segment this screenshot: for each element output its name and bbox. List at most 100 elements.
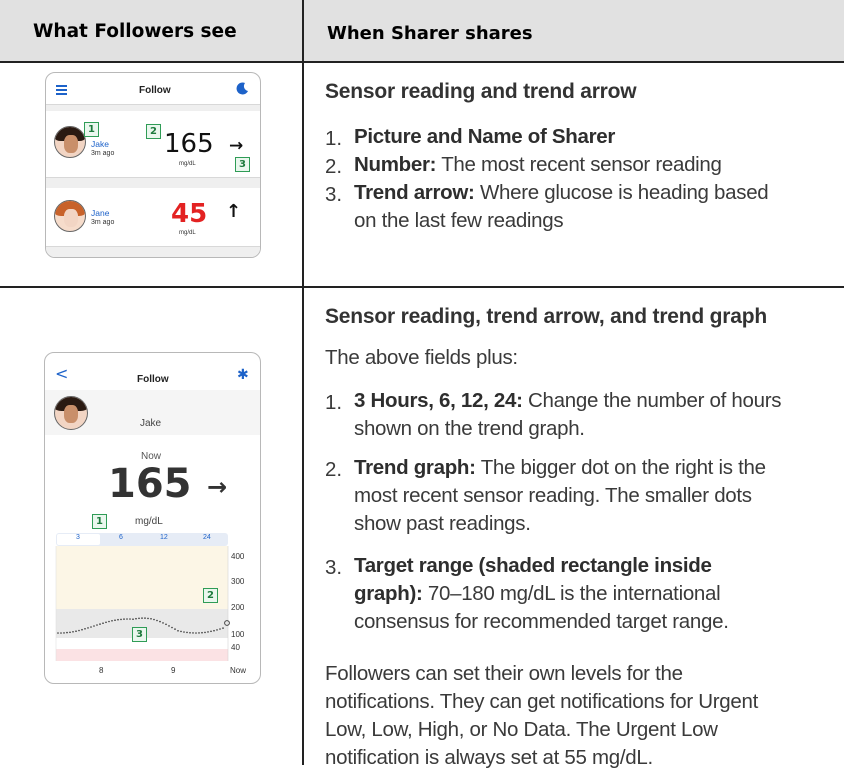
sharer-name-jake: Jake	[91, 139, 109, 149]
s1-item3-text: Trend arrow: Where glucose is heading ba…	[354, 181, 769, 232]
past-reading-dot	[207, 631, 209, 633]
past-reading-dot	[111, 620, 113, 622]
s1-item1-number: 1.	[325, 127, 343, 150]
low-range-band	[56, 649, 228, 661]
past-reading-dot	[210, 630, 212, 633]
row-separator	[46, 177, 260, 188]
past-reading-dot	[135, 617, 137, 620]
past-reading-dot	[63, 632, 65, 634]
tab-24-hours[interactable]: 24	[203, 534, 211, 541]
avatar-jake	[54, 126, 86, 158]
past-reading-dot	[99, 623, 101, 625]
past-reading-dot	[114, 619, 116, 621]
avatar-jane	[54, 200, 86, 232]
past-reading-dot	[126, 618, 128, 620]
column-header-sharer: When Sharer shares	[327, 23, 533, 44]
past-reading-dot	[192, 632, 194, 634]
s2-item2-text: Trend graph: The bigger dot on the right…	[354, 456, 766, 535]
past-reading-dot	[132, 618, 134, 620]
past-reading-dot	[57, 632, 59, 634]
past-reading-dot	[165, 623, 167, 626]
tab-3-label: 3	[76, 534, 80, 541]
past-reading-dot	[171, 626, 173, 629]
badge-2: 2	[146, 124, 161, 139]
time-ago-jake: 3m ago	[91, 150, 115, 157]
unit-jane: mg/dL	[179, 230, 196, 236]
past-reading-dot	[153, 618, 155, 621]
gear-icon[interactable]: ✱	[237, 367, 249, 381]
notifications-paragraph: Followers can set their own levels for t…	[325, 662, 758, 769]
phone-follow-list: Follow 1 Jake 3m ago 2 165 → mg/dL 3 Jan…	[45, 72, 261, 258]
s2-item3-text: Target range (shaded rectangle inside gra…	[354, 554, 729, 633]
sharer-name: Jake	[140, 418, 162, 429]
past-reading-dot	[123, 618, 125, 620]
hours-tab-bar: 3 6 12 24	[56, 533, 228, 546]
trend-arrow-jake: →	[229, 136, 244, 156]
y-tick-40: 40	[231, 643, 240, 652]
s1-item3-number: 3.	[325, 183, 343, 206]
x-tick-8: 8	[99, 666, 104, 675]
past-reading-dot	[120, 618, 122, 621]
y-tick-300: 300	[231, 577, 245, 586]
past-reading-dot	[213, 629, 215, 632]
past-reading-dot	[87, 627, 89, 629]
past-reading-dot	[144, 617, 146, 619]
past-reading-dot	[66, 631, 68, 634]
sharer-name-jane: Jane	[91, 208, 110, 218]
past-reading-dot	[222, 627, 224, 629]
past-reading-dot	[204, 631, 206, 634]
section2-title: Sensor reading, trend arrow, and trend g…	[325, 305, 767, 328]
s2-item2-number: 2.	[325, 458, 343, 481]
x-tick-now: Now	[230, 666, 247, 675]
past-reading-dot	[216, 629, 218, 631]
column-header-followers: What Followers see	[33, 21, 237, 42]
past-reading-dot	[162, 622, 164, 624]
past-reading-dot	[159, 620, 161, 623]
tab-6-hours[interactable]: 6	[119, 534, 123, 541]
past-reading-dot	[150, 618, 152, 620]
y-tick-400: 400	[231, 552, 245, 561]
past-reading-dot	[78, 629, 80, 632]
back-chevron-icon[interactable]: <	[55, 366, 68, 382]
row-divider-middle	[0, 286, 844, 288]
row-divider-top	[0, 61, 844, 63]
bottom-separator	[46, 246, 260, 257]
moon-icon[interactable]	[236, 82, 249, 95]
header-separator	[46, 104, 260, 111]
past-reading-dot	[195, 632, 197, 634]
unit-label: mg/dL	[135, 516, 163, 527]
badge-1: 1	[92, 514, 107, 529]
badge-2: 2	[203, 588, 218, 603]
s2-item1-text: 3 Hours, 6, 12, 24: Change the number of…	[354, 389, 782, 440]
trend-graph	[55, 546, 230, 661]
hamburger-menu-icon[interactable]	[56, 85, 67, 95]
past-reading-dot	[105, 621, 107, 624]
past-reading-dot	[138, 617, 140, 620]
past-reading-dot	[81, 628, 83, 631]
column-divider	[302, 0, 304, 765]
past-reading-dot	[183, 631, 185, 633]
y-tick-100: 100	[231, 630, 245, 639]
past-reading-dot	[156, 619, 158, 622]
past-reading-dot	[177, 630, 179, 632]
unit-jake: mg/dL	[179, 161, 196, 167]
phone-follow-detail: < Follow ✱ Jake Now 165 → mg/dL 1 3 6 12…	[44, 352, 261, 684]
section2-intro: The above fields plus:	[325, 346, 518, 369]
s1-item2-number: 2.	[325, 155, 343, 178]
x-tick-9: 9	[171, 666, 176, 675]
past-reading-dot	[168, 625, 170, 627]
past-reading-dot	[102, 622, 104, 624]
past-reading-dot	[189, 632, 191, 634]
tab-12-hours[interactable]: 12	[160, 534, 168, 541]
badge-1: 1	[84, 122, 99, 137]
s1-item2-text: Number: The most recent sensor reading	[354, 153, 722, 176]
past-reading-dot	[90, 626, 92, 628]
past-reading-dot	[108, 620, 110, 623]
past-reading-dot	[186, 631, 188, 634]
badge-3: 3	[132, 627, 147, 642]
glucose-value-jane: 45	[171, 199, 208, 229]
follow-title: Follow	[139, 85, 171, 96]
past-reading-dot	[198, 632, 200, 634]
past-reading-dot	[141, 617, 143, 619]
past-reading-dot	[93, 625, 95, 627]
